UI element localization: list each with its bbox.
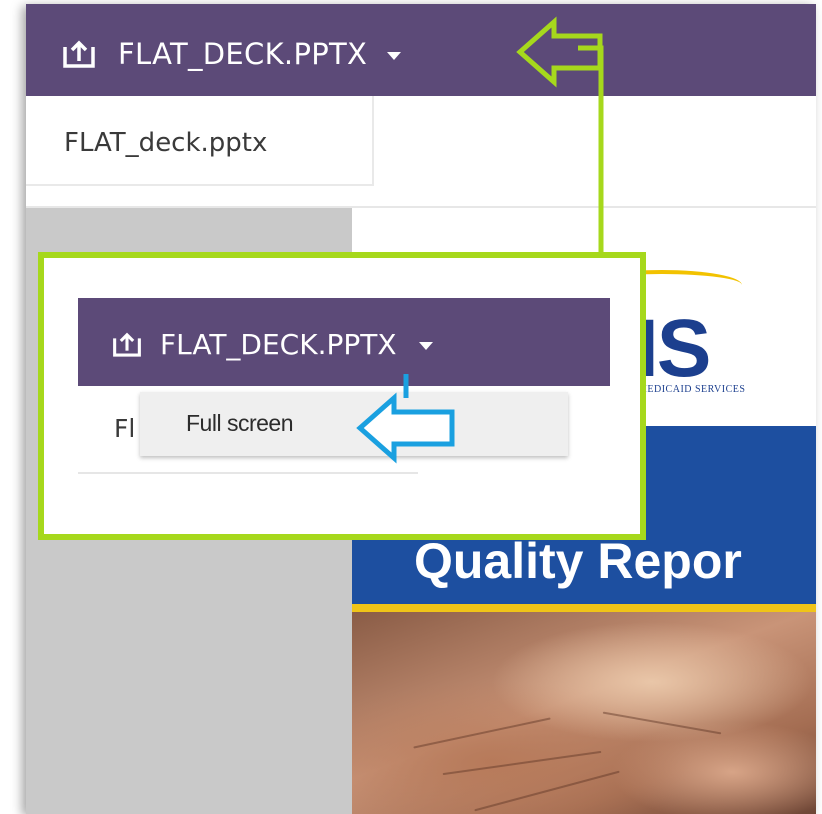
callout-tab-label: Fl [114, 414, 136, 443]
accent-stripe [352, 604, 816, 612]
logo-subtext: MEDICAID SERVICES [638, 384, 746, 395]
file-title: FLAT_DECK.PPTX [118, 37, 368, 71]
logo-text: IS [636, 303, 711, 394]
chevron-down-icon [387, 52, 402, 60]
callout-file-menu-button[interactable]: FLAT_DECK.PPTX [112, 324, 433, 364]
slide-photo [352, 612, 816, 814]
top-toolbar: FLAT_DECK.PPTX [26, 4, 816, 96]
callout-toolbar: FLAT_DECK.PPTX [78, 298, 610, 386]
zoom-callout: FLAT_DECK.PPTX Fl Full screen [38, 252, 646, 540]
screenshot-frame: FLAT_DECK.PPTX FLAT_deck.pptx IS MEDICAI… [26, 4, 816, 814]
upload-icon [63, 40, 95, 68]
menu-item-full-screen[interactable]: Full screen [140, 392, 568, 456]
menu-item-label: Full screen [186, 410, 293, 436]
callout-file-title: FLAT_DECK.PPTX [160, 327, 397, 361]
tab-label: FLAT_deck.pptx [64, 128, 268, 158]
tab-bar: FLAT_deck.pptx [26, 96, 816, 208]
upload-icon [113, 332, 141, 357]
dropdown-menu: Full screen [140, 392, 568, 456]
tab-file[interactable]: FLAT_deck.pptx [26, 96, 374, 186]
slide-title: Quality Repor [414, 533, 742, 589]
file-menu-button[interactable]: FLAT_DECK.PPTX [62, 34, 402, 74]
chevron-down-icon [418, 342, 433, 350]
